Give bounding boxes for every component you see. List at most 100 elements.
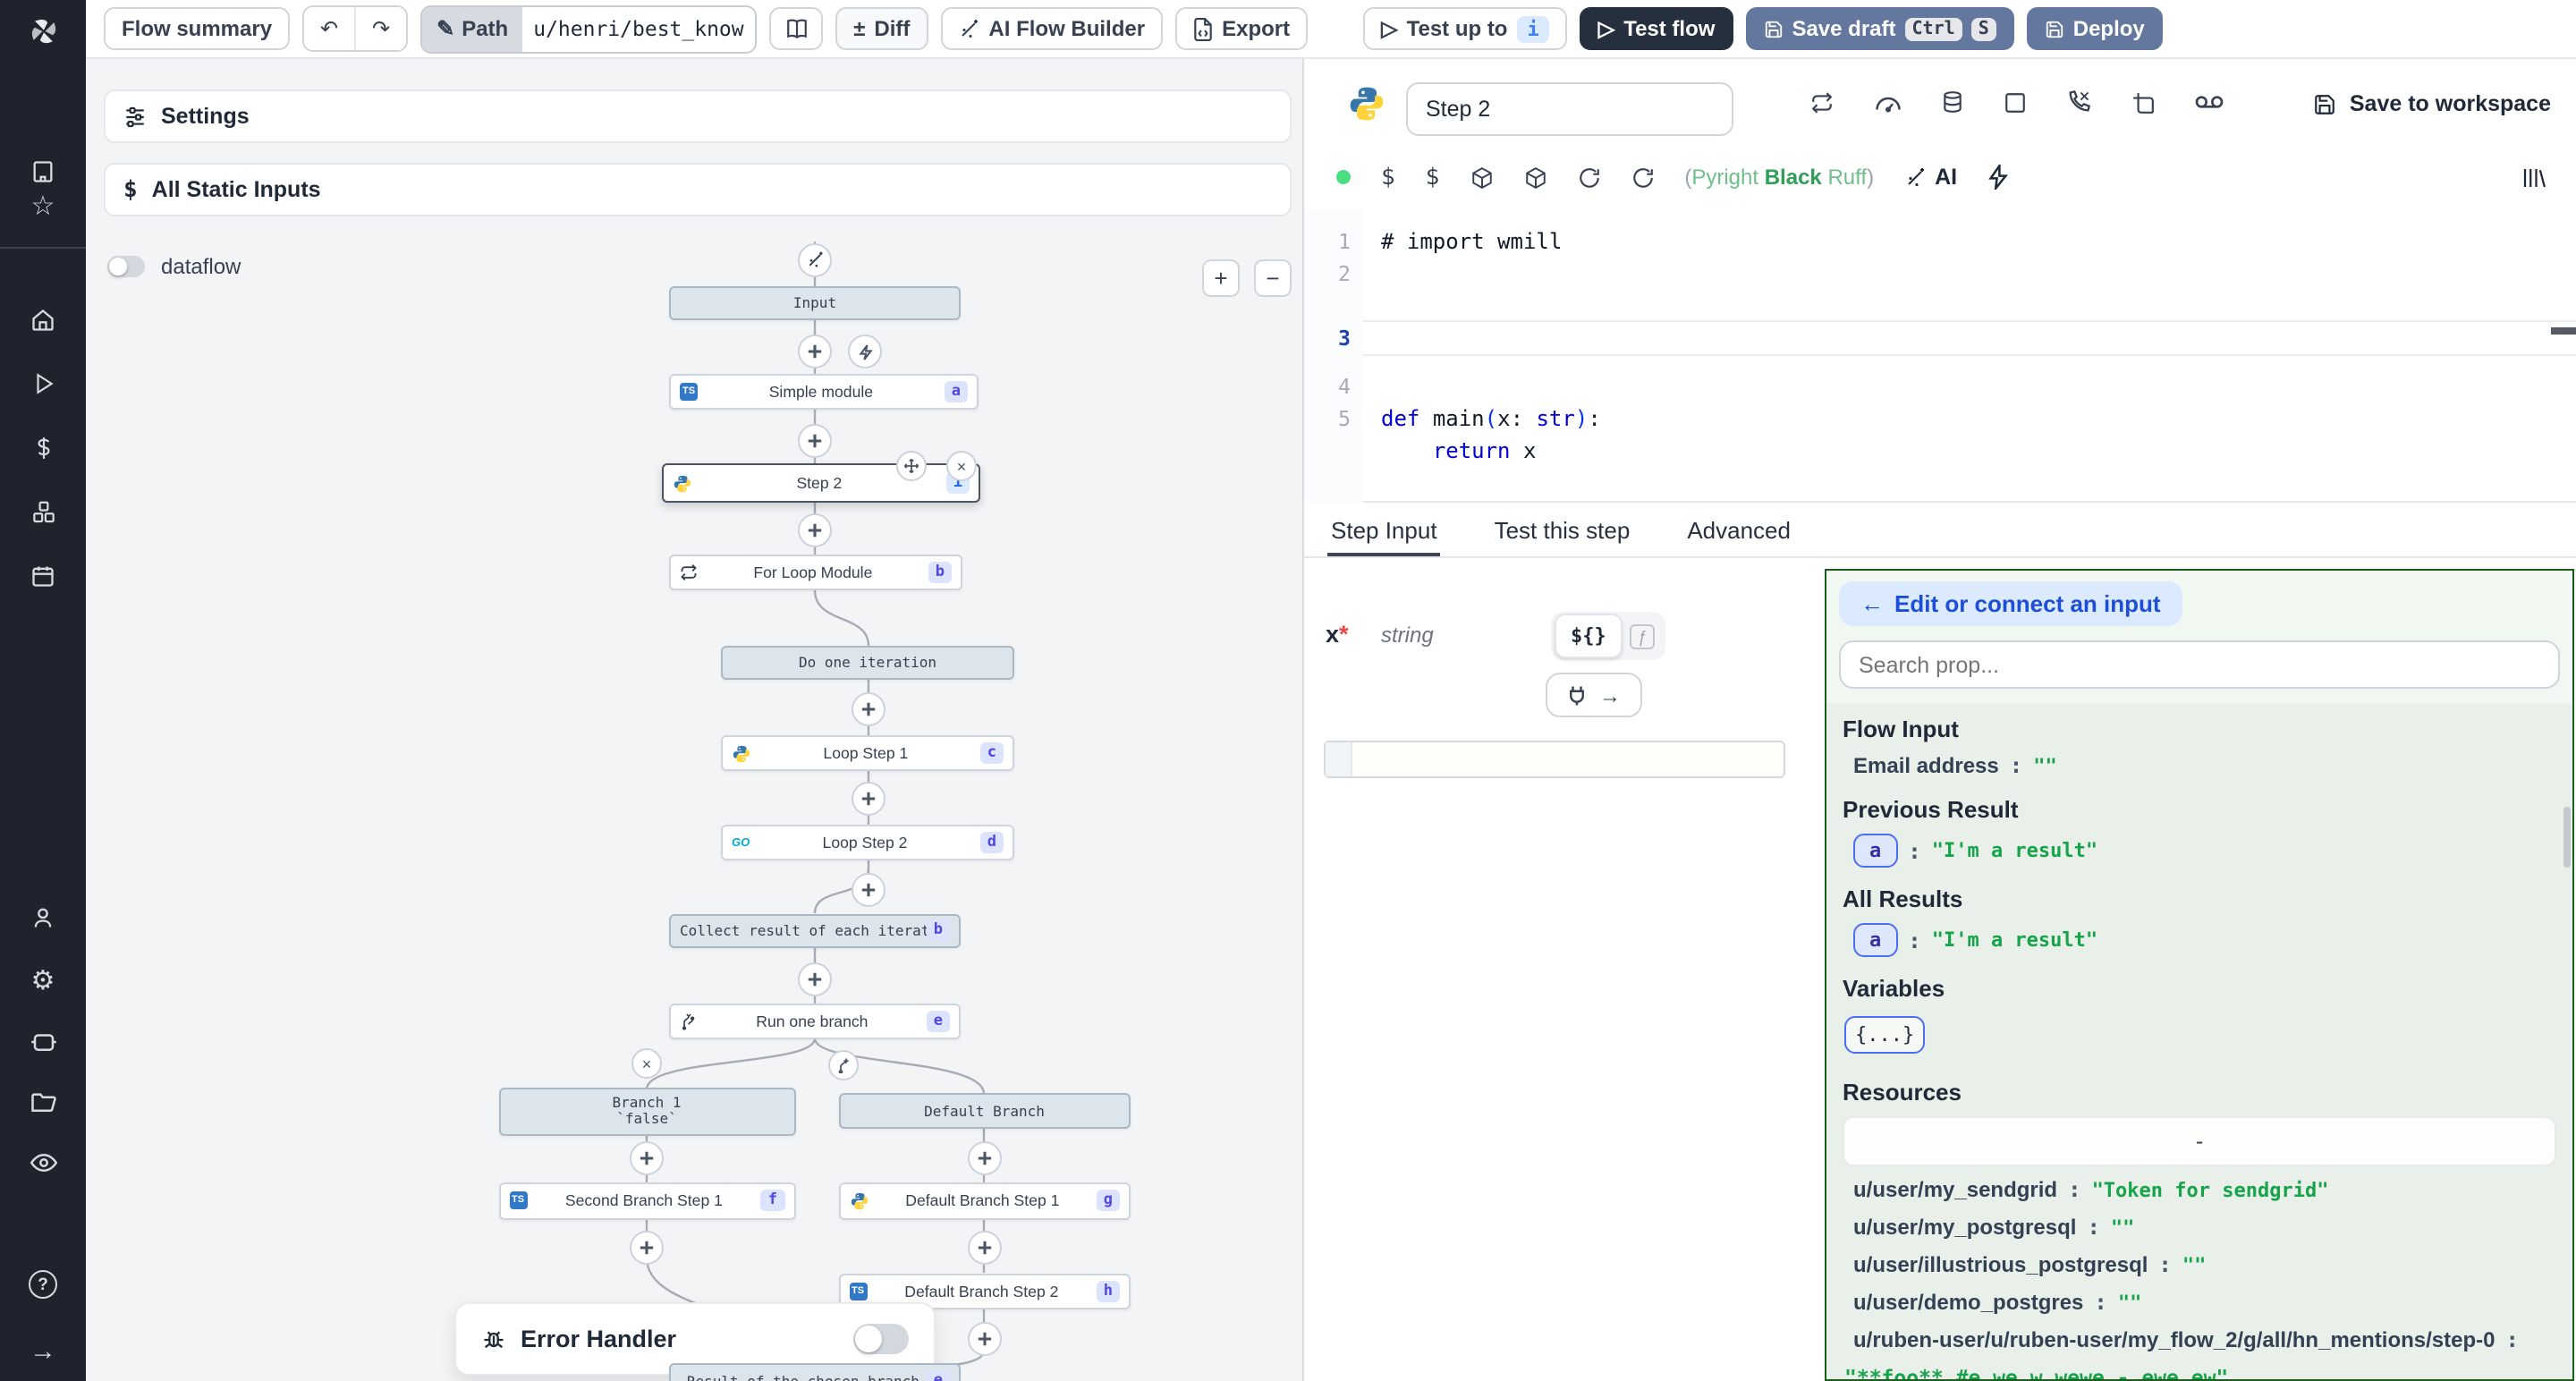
save-to-workspace-button[interactable]: Save to workspace xyxy=(2314,91,2551,116)
add-step-button[interactable] xyxy=(967,1322,1001,1356)
panel-scrollbar[interactable] xyxy=(2563,807,2571,868)
node-loop-step1[interactable]: Loop Step 1 c xyxy=(721,735,1014,771)
windmill-logo-icon[interactable] xyxy=(0,7,86,54)
node-run-one-branch[interactable]: Run one branch e xyxy=(669,1004,961,1038)
cache-database-icon[interactable] xyxy=(1941,89,1964,114)
node-branch1[interactable]: Branch 1 `false` xyxy=(498,1088,795,1135)
flow-summary-button[interactable]: Flow summary xyxy=(104,7,290,50)
remove-branch-button[interactable]: × xyxy=(631,1048,662,1079)
tab-step-input[interactable]: Step Input xyxy=(1327,503,1441,556)
ai-wand-button[interactable] xyxy=(798,242,832,276)
add-step-button[interactable] xyxy=(798,335,832,369)
expand-sidebar-icon[interactable]: → xyxy=(0,1327,86,1374)
node-default-branch-step1[interactable]: Default Branch Step 1 g xyxy=(838,1182,1131,1219)
resource-row[interactable]: u/user/my_sendgrid:"Token for sendgrid" xyxy=(1853,1177,2556,1215)
resource-row[interactable]: u/ruben-user/u/ruben-user/my_flow_2/g/al… xyxy=(1853,1327,2556,1365)
add-branch-button[interactable] xyxy=(828,1050,859,1080)
node-step2-selected[interactable]: Step 2 i xyxy=(662,463,980,503)
connect-input-button[interactable]: → xyxy=(1546,673,1642,717)
step-id-badge[interactable]: a xyxy=(1853,923,1897,957)
undo-button[interactable]: ↶ xyxy=(304,7,354,50)
ai-assistant-button[interactable]: AI xyxy=(1904,165,1957,190)
docs-book-button[interactable] xyxy=(769,7,823,50)
move-step-button[interactable] xyxy=(896,451,927,481)
reload-icon[interactable] xyxy=(1631,165,1654,189)
runs-icon[interactable] xyxy=(0,360,86,406)
add-step-button[interactable] xyxy=(852,692,886,726)
schedules-icon[interactable] xyxy=(0,553,86,599)
suspend-phone-icon[interactable] xyxy=(2066,89,2091,114)
error-handler-toggle[interactable] xyxy=(853,1324,909,1354)
path-input[interactable] xyxy=(522,6,755,51)
node-loop-step2[interactable]: GO Loop Step 2 d xyxy=(721,825,1014,860)
step-id-badge[interactable]: a xyxy=(1853,834,1897,868)
deploy-button[interactable]: Deploy xyxy=(2027,7,2163,50)
resources-icon[interactable] xyxy=(0,488,86,535)
fn-mode-button[interactable]: ƒ xyxy=(1623,623,1662,648)
bolt-icon[interactable] xyxy=(1987,165,2009,190)
add-step-button[interactable] xyxy=(798,962,832,996)
variables-expand-badge[interactable]: {...} xyxy=(1844,1016,1925,1054)
save-draft-button[interactable]: Save draft Ctrl S xyxy=(1745,7,2013,50)
arg-value-field[interactable] xyxy=(1324,741,1785,778)
tab-advanced[interactable]: Advanced xyxy=(1683,503,1794,556)
delete-step-button[interactable]: × xyxy=(946,451,977,481)
resource-row-value[interactable]: "**foo** #e we w wewe - ewe ew" xyxy=(1844,1365,2556,1381)
reload-icon[interactable] xyxy=(1577,165,1600,189)
node-second-branch-step1[interactable]: TS Second Branch Step 1 f xyxy=(498,1182,795,1219)
sleep-frame-icon[interactable] xyxy=(2131,90,2156,114)
expr-mode-button[interactable]: ${} xyxy=(1555,614,1623,658)
export-button[interactable]: Export xyxy=(1175,7,1308,50)
edit-or-connect-back-button[interactable]: ← Edit or connect an input xyxy=(1839,581,2182,626)
resource-picker-icon[interactable]: $ xyxy=(1426,164,1440,191)
ai-flow-builder-button[interactable]: AI Flow Builder xyxy=(940,7,1163,50)
prop-row[interactable]: a:"I'm a result" xyxy=(1853,923,2556,957)
help-icon[interactable]: ? xyxy=(0,1261,86,1308)
retry-icon[interactable] xyxy=(1809,90,1835,114)
resource-row[interactable]: u/user/illustrious_postgresql:"" xyxy=(1853,1252,2556,1290)
step-title-input[interactable] xyxy=(1406,82,1733,136)
add-step-button[interactable] xyxy=(798,424,832,458)
favorites-star-icon[interactable]: ☆ xyxy=(0,182,86,229)
concurrency-gauge-icon[interactable] xyxy=(1875,90,1902,114)
package-icon[interactable] xyxy=(1523,165,1546,189)
add-step-button[interactable] xyxy=(630,1231,664,1265)
home-icon[interactable] xyxy=(0,297,86,343)
prop-row[interactable]: a:"I'm a result" xyxy=(1853,834,2556,868)
mock-square-icon[interactable] xyxy=(2004,90,2027,114)
tab-test-this-step[interactable]: Test this step xyxy=(1491,503,1634,556)
node-simple-module[interactable]: TS Simple module a xyxy=(669,374,979,410)
search-prop-input[interactable] xyxy=(1839,640,2560,689)
node-flow-input[interactable]: Input xyxy=(669,286,961,320)
trigger-bolt-button[interactable] xyxy=(848,335,882,369)
folders-icon[interactable] xyxy=(0,1079,86,1125)
redo-button[interactable]: ↷ xyxy=(354,7,406,50)
voicemail-icon[interactable] xyxy=(2195,93,2224,111)
node-collect-result[interactable]: Collect result of each iteration b xyxy=(669,913,961,948)
variables-icon[interactable] xyxy=(0,424,86,470)
code-editor[interactable]: 1# import wmill 2 3 4 def main(x: str): … xyxy=(1304,209,2576,503)
node-result-chosen-branch[interactable]: Result of the chosen branch e xyxy=(669,1363,961,1381)
library-icon[interactable] xyxy=(2521,165,2547,189)
node-default-branch[interactable]: Default Branch xyxy=(838,1093,1131,1129)
add-step-button[interactable] xyxy=(630,1141,664,1175)
code-assistants-label[interactable]: (Pyright Black Ruff) xyxy=(1684,165,1874,190)
node-do-one-iteration[interactable]: Do one iteration xyxy=(721,646,1014,680)
flow-canvas[interactable]: Settings $ All Static Inputs dataflow + … xyxy=(86,59,1304,1381)
users-icon[interactable] xyxy=(0,894,86,941)
add-step-button[interactable] xyxy=(967,1141,1001,1175)
variable-picker-icon[interactable]: $ xyxy=(1381,164,1395,191)
prop-row[interactable]: Email address:"" xyxy=(1853,753,2556,778)
add-step-button[interactable] xyxy=(798,513,832,547)
node-for-loop[interactable]: For Loop Module b xyxy=(669,555,962,590)
add-step-button[interactable] xyxy=(852,873,886,907)
test-flow-button[interactable]: ▷ Test flow xyxy=(1580,7,1733,50)
package-icon[interactable] xyxy=(1470,165,1493,189)
resource-row[interactable]: u/user/demo_postgres:"" xyxy=(1853,1290,2556,1327)
workers-robot-icon[interactable] xyxy=(0,1018,86,1064)
add-step-button[interactable] xyxy=(852,782,886,816)
settings-gear-icon[interactable]: ⚙ xyxy=(0,957,86,1004)
test-up-to-button[interactable]: ▷ Test up to i xyxy=(1363,7,1568,50)
diff-button[interactable]: ±Diff xyxy=(835,7,928,50)
add-step-button[interactable] xyxy=(967,1231,1001,1265)
